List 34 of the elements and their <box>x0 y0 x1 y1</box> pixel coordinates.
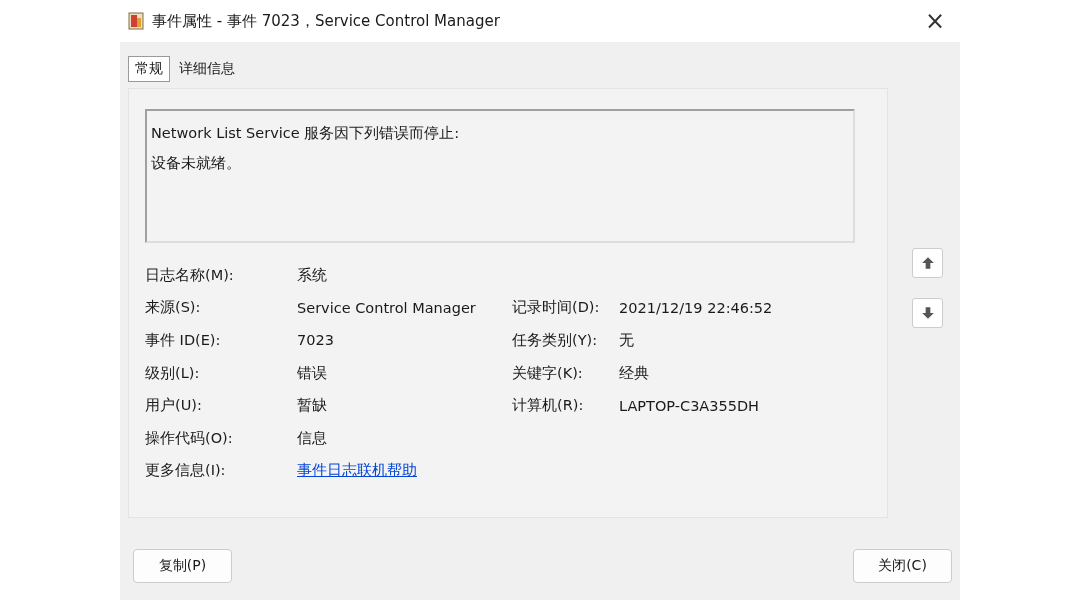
field-label: 事件 ID(E): <box>145 331 222 350</box>
close-button[interactable]: × <box>910 1 960 41</box>
field-value: 信息 <box>297 428 328 448</box>
field-value: 2021/12/19 22:46:52 <box>619 299 774 316</box>
down-arrow-icon <box>920 306 935 320</box>
previous-event-button[interactable] <box>912 248 943 278</box>
field-value: 经典 <box>619 363 650 383</box>
field-label: 级别(L): <box>145 363 201 383</box>
field-value: LAPTOP-C3A355DH <box>619 397 760 414</box>
tab[interactable]: 常规 <box>128 56 170 82</box>
field-value: 无 <box>619 331 635 350</box>
field-value: 系统 <box>297 265 328 285</box>
field-label: 用户(U): <box>145 396 203 416</box>
dialog-button[interactable]: 复制(P) <box>133 549 232 583</box>
field-label: 计算机(R): <box>512 396 585 416</box>
message-text: Network List Service 服务因下列错误而停止: <box>151 124 461 143</box>
field-label: 来源(S): <box>145 298 202 318</box>
tab[interactable]: 详细信息 <box>172 56 242 82</box>
field-value: 7023 <box>297 332 335 349</box>
help-link[interactable]: 事件日志联机帮助 <box>297 462 417 479</box>
field-value: 暂缺 <box>297 396 328 416</box>
field-label: 任务类别(Y): <box>512 331 599 350</box>
field-label: 记录时间(D): <box>512 298 601 318</box>
next-event-button[interactable] <box>912 298 943 328</box>
field-label: 关键字(K): <box>512 363 584 383</box>
field-label: 操作代码(O): <box>145 428 234 448</box>
dialog-button[interactable]: 关闭(C) <box>853 549 952 583</box>
up-arrow-icon <box>920 256 935 270</box>
field-label: 日志名称(M): <box>145 265 235 285</box>
field-value: 错误 <box>297 363 328 383</box>
message-text: 设备未就绪。 <box>151 154 242 173</box>
field-label: 更多信息(I): <box>145 461 227 481</box>
field-value: Service Control Manager <box>297 299 477 316</box>
window-title: 事件属性 - 事件 7023，Service Control Manager <box>152 11 501 31</box>
